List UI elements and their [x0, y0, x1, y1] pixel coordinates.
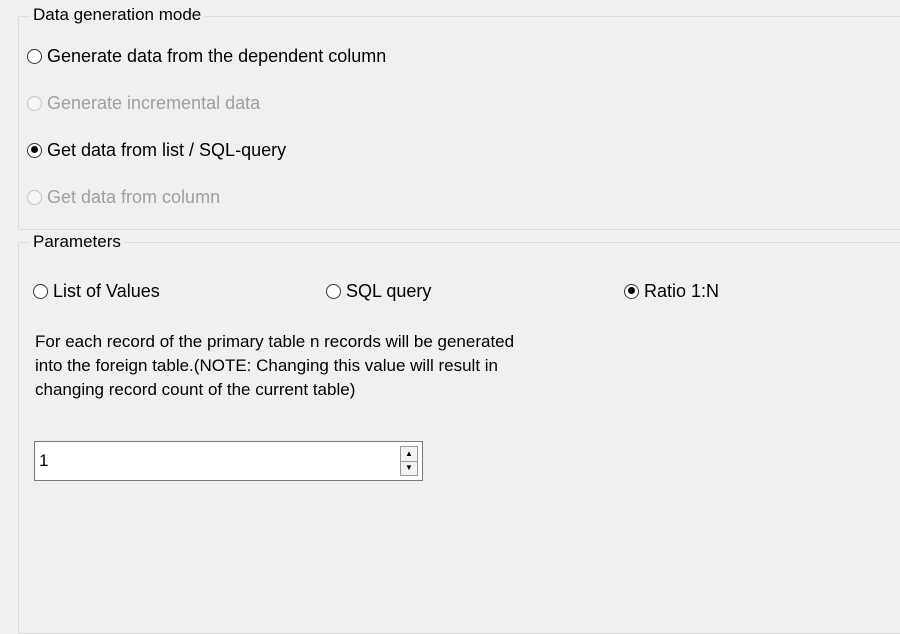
spin-up-button[interactable]: ▲ [400, 446, 418, 462]
ratio-description-line: into the foreign table.(NOTE: Changing t… [35, 356, 499, 375]
radio-label: List of Values [53, 281, 160, 301]
radio-indicator [33, 283, 48, 299]
radio-label: Get data from list / SQL-query [47, 140, 287, 160]
radio-label: SQL query [346, 281, 432, 301]
radio-indicator [326, 283, 341, 299]
ratio-description-line: changing record count of the current tab… [35, 380, 356, 399]
spin-buttons: ▲ ▼ [400, 446, 418, 476]
radio-indicator [27, 95, 42, 111]
ratio-spinner[interactable]: 1 ▲ ▼ [34, 441, 423, 481]
radio-list-of-values[interactable]: List of Values [33, 280, 160, 302]
data-generation-mode-title: Data generation mode [30, 5, 205, 25]
ratio-description-line: For each record of the primary table n r… [35, 332, 515, 351]
radio-get-data-from-column[interactable]: Get data from column [27, 186, 220, 208]
radio-label: Ratio 1:N [644, 281, 720, 301]
spin-down-button[interactable]: ▼ [400, 461, 418, 476]
radio-label: Get data from column [47, 187, 221, 207]
radio-get-data-from-list-sql[interactable]: Get data from list / SQL-query [27, 139, 286, 161]
radio-indicator [27, 48, 42, 64]
radio-label: Generate data from the dependent column [47, 46, 387, 66]
ratio-description: For each record of the primary table n r… [35, 330, 725, 402]
radio-ratio-1-n[interactable]: Ratio 1:N [624, 280, 719, 302]
radio-indicator [27, 189, 42, 205]
ratio-spinner-value[interactable]: 1 [39, 442, 48, 480]
radio-generate-from-dependent-column[interactable]: Generate data from the dependent column [27, 45, 386, 67]
radio-indicator [27, 142, 42, 158]
radio-label: Generate incremental data [47, 93, 261, 113]
radio-generate-incremental-data[interactable]: Generate incremental data [27, 92, 260, 114]
radio-indicator [624, 283, 639, 299]
parameters-title: Parameters [30, 232, 124, 252]
radio-sql-query[interactable]: SQL query [326, 280, 431, 302]
triangle-up-icon: ▲ [405, 448, 413, 458]
triangle-down-icon: ▼ [405, 463, 413, 473]
